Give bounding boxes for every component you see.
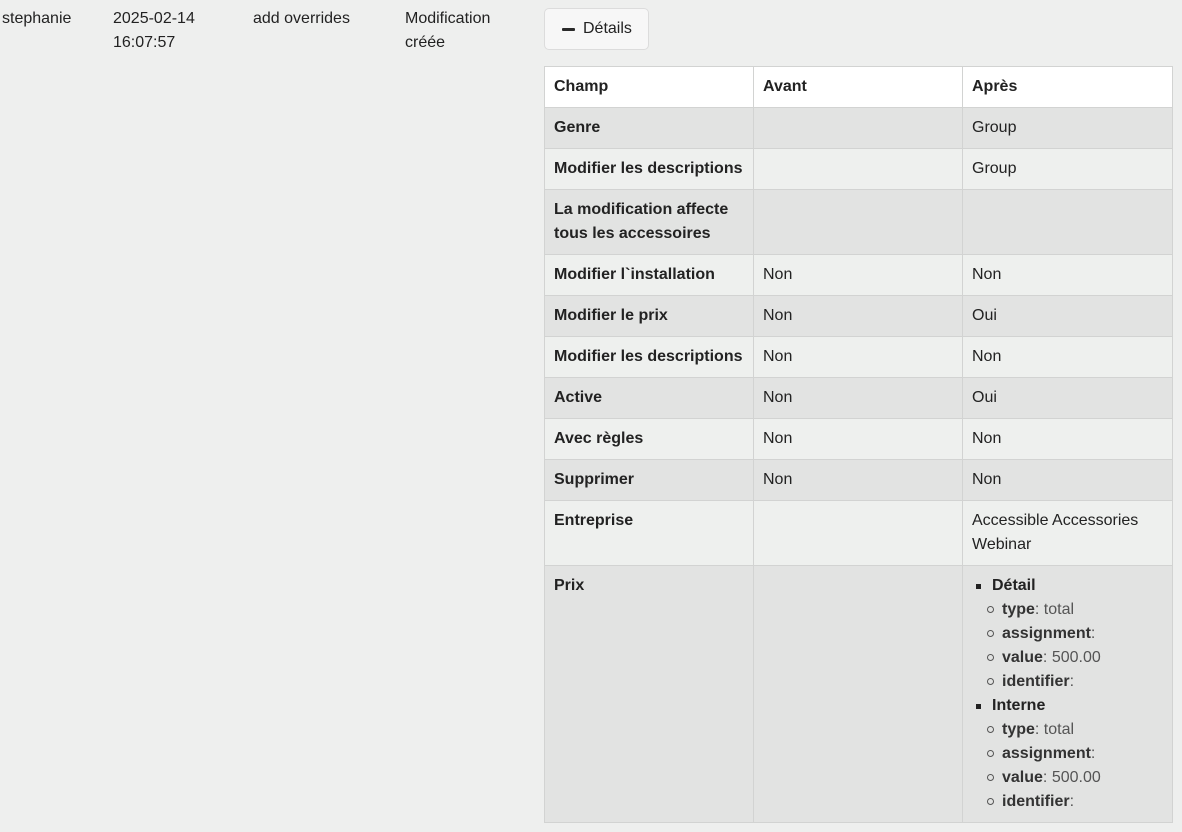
list-item: identifier:	[987, 670, 1164, 694]
field-cell: Modifier les descriptions	[544, 148, 754, 190]
field-cell: Active	[544, 377, 754, 419]
list-item: assignment:	[987, 622, 1164, 646]
circle-bullet-icon	[987, 630, 994, 637]
table-row: Modifier le prix Non Oui	[544, 295, 1173, 337]
after-cell: Group	[962, 107, 1173, 149]
circle-bullet-icon	[987, 726, 994, 733]
before-cell: Non	[753, 418, 963, 460]
field-cell: Supprimer	[544, 459, 754, 501]
list-item: identifier:	[987, 790, 1164, 814]
date-text: 2025-02-14	[113, 10, 195, 27]
table-row: Supprimer Non Non	[544, 459, 1173, 501]
circle-bullet-icon	[987, 774, 994, 781]
field-cell: Entreprise	[544, 500, 754, 566]
minus-icon	[562, 27, 575, 31]
after-cell: Non	[962, 418, 1173, 460]
price-sub-list: type: total assignment: value: 500.00 id…	[987, 598, 1164, 694]
before-cell: Non	[753, 295, 963, 337]
header-after: Après	[962, 66, 1173, 108]
table-row: La modification affecte tous les accesso…	[544, 189, 1173, 255]
after-cell: Oui	[962, 295, 1173, 337]
item-value: total	[1043, 721, 1075, 738]
item-key: type	[1002, 601, 1035, 618]
field-cell: La modification affecte tous les accesso…	[544, 189, 754, 255]
item-key: value	[1002, 769, 1043, 786]
list-item: type: total	[987, 718, 1164, 742]
circle-bullet-icon	[987, 750, 994, 757]
after-cell-price: Détail type: total assignment: value: 50…	[962, 565, 1173, 823]
field-cell: Modifier les descriptions	[544, 336, 754, 378]
item-value: 500.00	[1051, 769, 1101, 786]
item-key: identifier	[1002, 673, 1070, 690]
before-cell	[753, 148, 963, 190]
item-value: 500.00	[1051, 649, 1101, 666]
after-cell: Accessible Accessories Webinar	[962, 500, 1173, 566]
after-cell: Non	[962, 254, 1173, 296]
table-row-price: Prix Détail type: total assignment: valu…	[544, 565, 1173, 823]
before-cell	[753, 107, 963, 149]
table-row: Entreprise Accessible Accessories Webina…	[544, 500, 1173, 566]
table-row: Modifier l`installation Non Non	[544, 254, 1173, 296]
field-cell: Prix	[544, 565, 754, 823]
table-row: Active Non Oui	[544, 377, 1173, 419]
circle-bullet-icon	[987, 654, 994, 661]
table-row: Avec règles Non Non	[544, 418, 1173, 460]
square-bullet-icon	[976, 704, 981, 709]
list-item: value: 500.00	[987, 646, 1164, 670]
after-cell: Non	[962, 459, 1173, 501]
field-cell: Modifier l`installation	[544, 254, 754, 296]
list-item: value: 500.00	[987, 766, 1164, 790]
before-cell: Non	[753, 377, 963, 419]
list-item: assignment:	[987, 742, 1164, 766]
after-cell: Oui	[962, 377, 1173, 419]
item-value: total	[1043, 601, 1075, 618]
before-cell	[753, 565, 963, 823]
item-key: type	[1002, 721, 1035, 738]
circle-bullet-icon	[987, 798, 994, 805]
field-cell: Modifier le prix	[544, 295, 754, 337]
table-header-row: Champ Avant Après	[544, 66, 1173, 108]
field-cell: Avec règles	[544, 418, 754, 460]
details-button-label: Détails	[583, 20, 632, 37]
action-status: Modification créée	[405, 7, 515, 55]
table-row: Genre Group	[544, 107, 1173, 149]
header-before: Avant	[753, 66, 963, 108]
after-cell	[962, 189, 1173, 255]
action-line-1: Modification	[405, 10, 491, 27]
time-text: 16:07:57	[113, 34, 176, 51]
after-cell: Non	[962, 336, 1173, 378]
price-group: Détail type: total assignment: value: 50…	[976, 574, 1164, 694]
user-name: stephanie	[2, 10, 72, 27]
changes-table: Champ Avant Après Genre Group Modifier l…	[544, 66, 1173, 823]
before-cell	[753, 189, 963, 255]
list-item: type: total	[987, 598, 1164, 622]
before-cell: Non	[753, 254, 963, 296]
table-row: Modifier les descriptions Group	[544, 148, 1173, 190]
before-cell	[753, 500, 963, 566]
item-key: value	[1002, 649, 1043, 666]
table-row: Modifier les descriptions Non Non	[544, 336, 1173, 378]
price-group-title: Détail	[992, 577, 1036, 594]
item-key: assignment	[1002, 745, 1091, 762]
change-description: add overrides	[253, 10, 350, 27]
details-toggle-button[interactable]: Détails	[544, 8, 649, 50]
item-key: assignment	[1002, 625, 1091, 642]
action-line-2: créée	[405, 34, 446, 51]
before-cell: Non	[753, 336, 963, 378]
before-cell: Non	[753, 459, 963, 501]
circle-bullet-icon	[987, 606, 994, 613]
timestamp: 2025-02-14 16:07:57	[113, 7, 223, 55]
circle-bullet-icon	[987, 678, 994, 685]
field-cell: Genre	[544, 107, 754, 149]
item-key: identifier	[1002, 793, 1070, 810]
price-group-title: Interne	[992, 697, 1046, 714]
square-bullet-icon	[976, 584, 981, 589]
after-cell: Group	[962, 148, 1173, 190]
price-sub-list: type: total assignment: value: 500.00 id…	[987, 718, 1164, 814]
header-field: Champ	[544, 66, 754, 108]
price-group: Interne type: total assignment: value: 5…	[976, 694, 1164, 814]
price-list: Détail type: total assignment: value: 50…	[972, 574, 1164, 814]
